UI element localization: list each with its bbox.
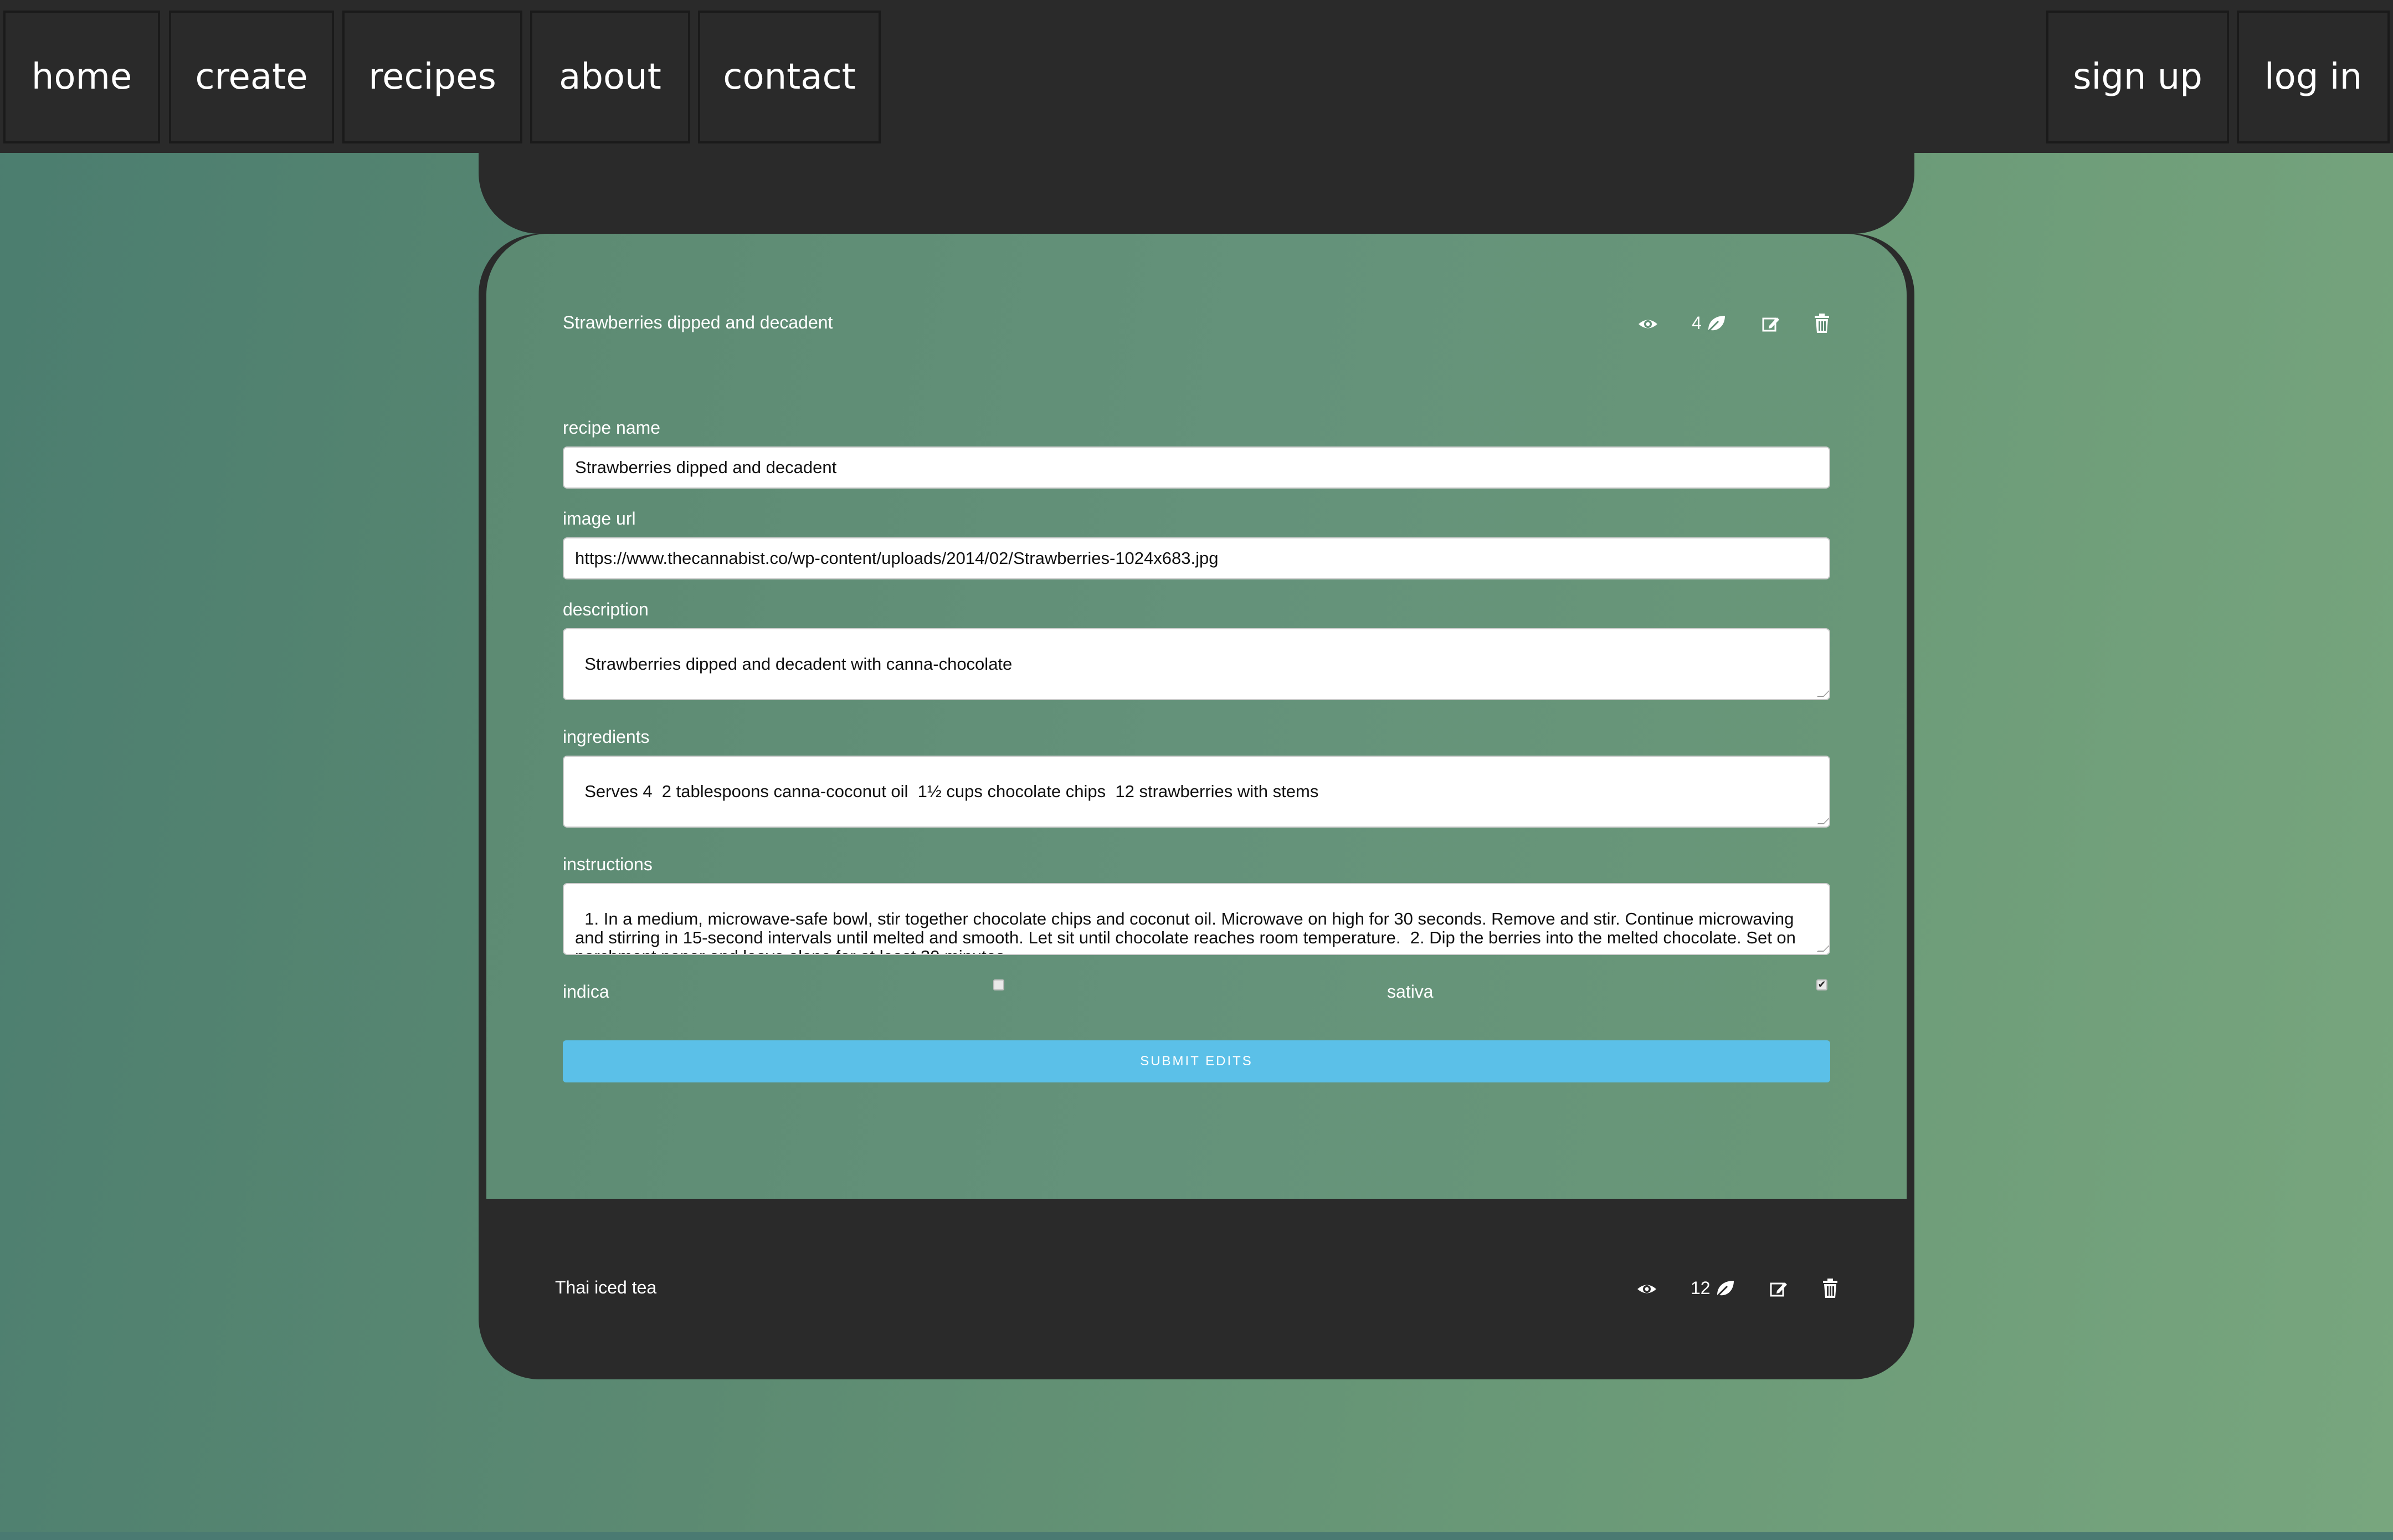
indica-label: indica	[563, 982, 609, 1002]
edit-icon[interactable]	[1762, 315, 1780, 333]
page-bottom-strip	[0, 1532, 2393, 1540]
leaf-icon[interactable]	[1715, 1279, 1735, 1298]
ingredients-label: ingredients	[563, 727, 650, 747]
indica-checkbox[interactable]	[993, 979, 1004, 990]
navbar: home create recipes about contact sign u…	[0, 0, 2393, 153]
recipe-like-count: 12	[1691, 1278, 1711, 1298]
description-textarea[interactable]: Strawberries dipped and decadent with ca…	[563, 628, 1830, 700]
recipe-title[interactable]: Thai iced tea	[555, 1277, 656, 1298]
description-label: description	[563, 599, 649, 619]
recipe-list-header-tab	[479, 150, 1914, 234]
description-text: Strawberries dipped and decadent with ca…	[584, 654, 1013, 674]
eye-icon[interactable]	[1637, 316, 1658, 332]
nav-recipes-button[interactable]: recipes	[342, 11, 522, 143]
resize-grip-icon[interactable]	[1817, 945, 1829, 952]
instructions-label: instructions	[563, 854, 653, 874]
nav-login-button[interactable]: log in	[2237, 11, 2390, 143]
resize-grip-icon[interactable]	[1817, 818, 1829, 824]
instructions-text: 1. In a medium, microwave-safe bowl, sti…	[575, 909, 1796, 954]
resize-grip-icon[interactable]	[1817, 690, 1829, 697]
nav-create-button[interactable]: create	[169, 11, 334, 143]
ingredients-text: Serves 4 2 tablespoons canna-coconut oil…	[584, 782, 1319, 801]
nav-signup-button[interactable]: sign up	[2046, 11, 2229, 143]
recipe-title[interactable]: Strawberries dipped and decadent	[563, 312, 833, 333]
sativa-label: sativa	[1387, 982, 1434, 1002]
image-url-input[interactable]: https://www.thecannabist.co/wp-content/u…	[563, 537, 1830, 579]
recipe-like-count: 4	[1692, 313, 1702, 333]
instructions-textarea[interactable]: 1. In a medium, microwave-safe bowl, sti…	[563, 883, 1830, 955]
leaf-icon[interactable]	[1706, 314, 1726, 333]
trash-icon[interactable]	[1822, 1279, 1839, 1298]
sativa-checkbox[interactable]: ✔	[1816, 979, 1827, 990]
ingredients-textarea[interactable]: Serves 4 2 tablespoons canna-coconut oil…	[563, 756, 1830, 828]
trash-icon[interactable]	[1814, 314, 1830, 333]
eye-icon[interactable]	[1636, 1281, 1657, 1297]
nav-home-button[interactable]: home	[3, 11, 160, 143]
recipe-name-input[interactable]: Strawberries dipped and decadent	[563, 446, 1830, 489]
submit-edits-button[interactable]: SUBMIT EDITS	[563, 1040, 1830, 1082]
nav-about-button[interactable]: about	[530, 11, 690, 143]
nav-contact-button[interactable]: contact	[698, 11, 881, 143]
image-url-label: image url	[563, 509, 636, 528]
recipe-name-label: recipe name	[563, 418, 661, 438]
edit-icon[interactable]	[1769, 1280, 1788, 1298]
